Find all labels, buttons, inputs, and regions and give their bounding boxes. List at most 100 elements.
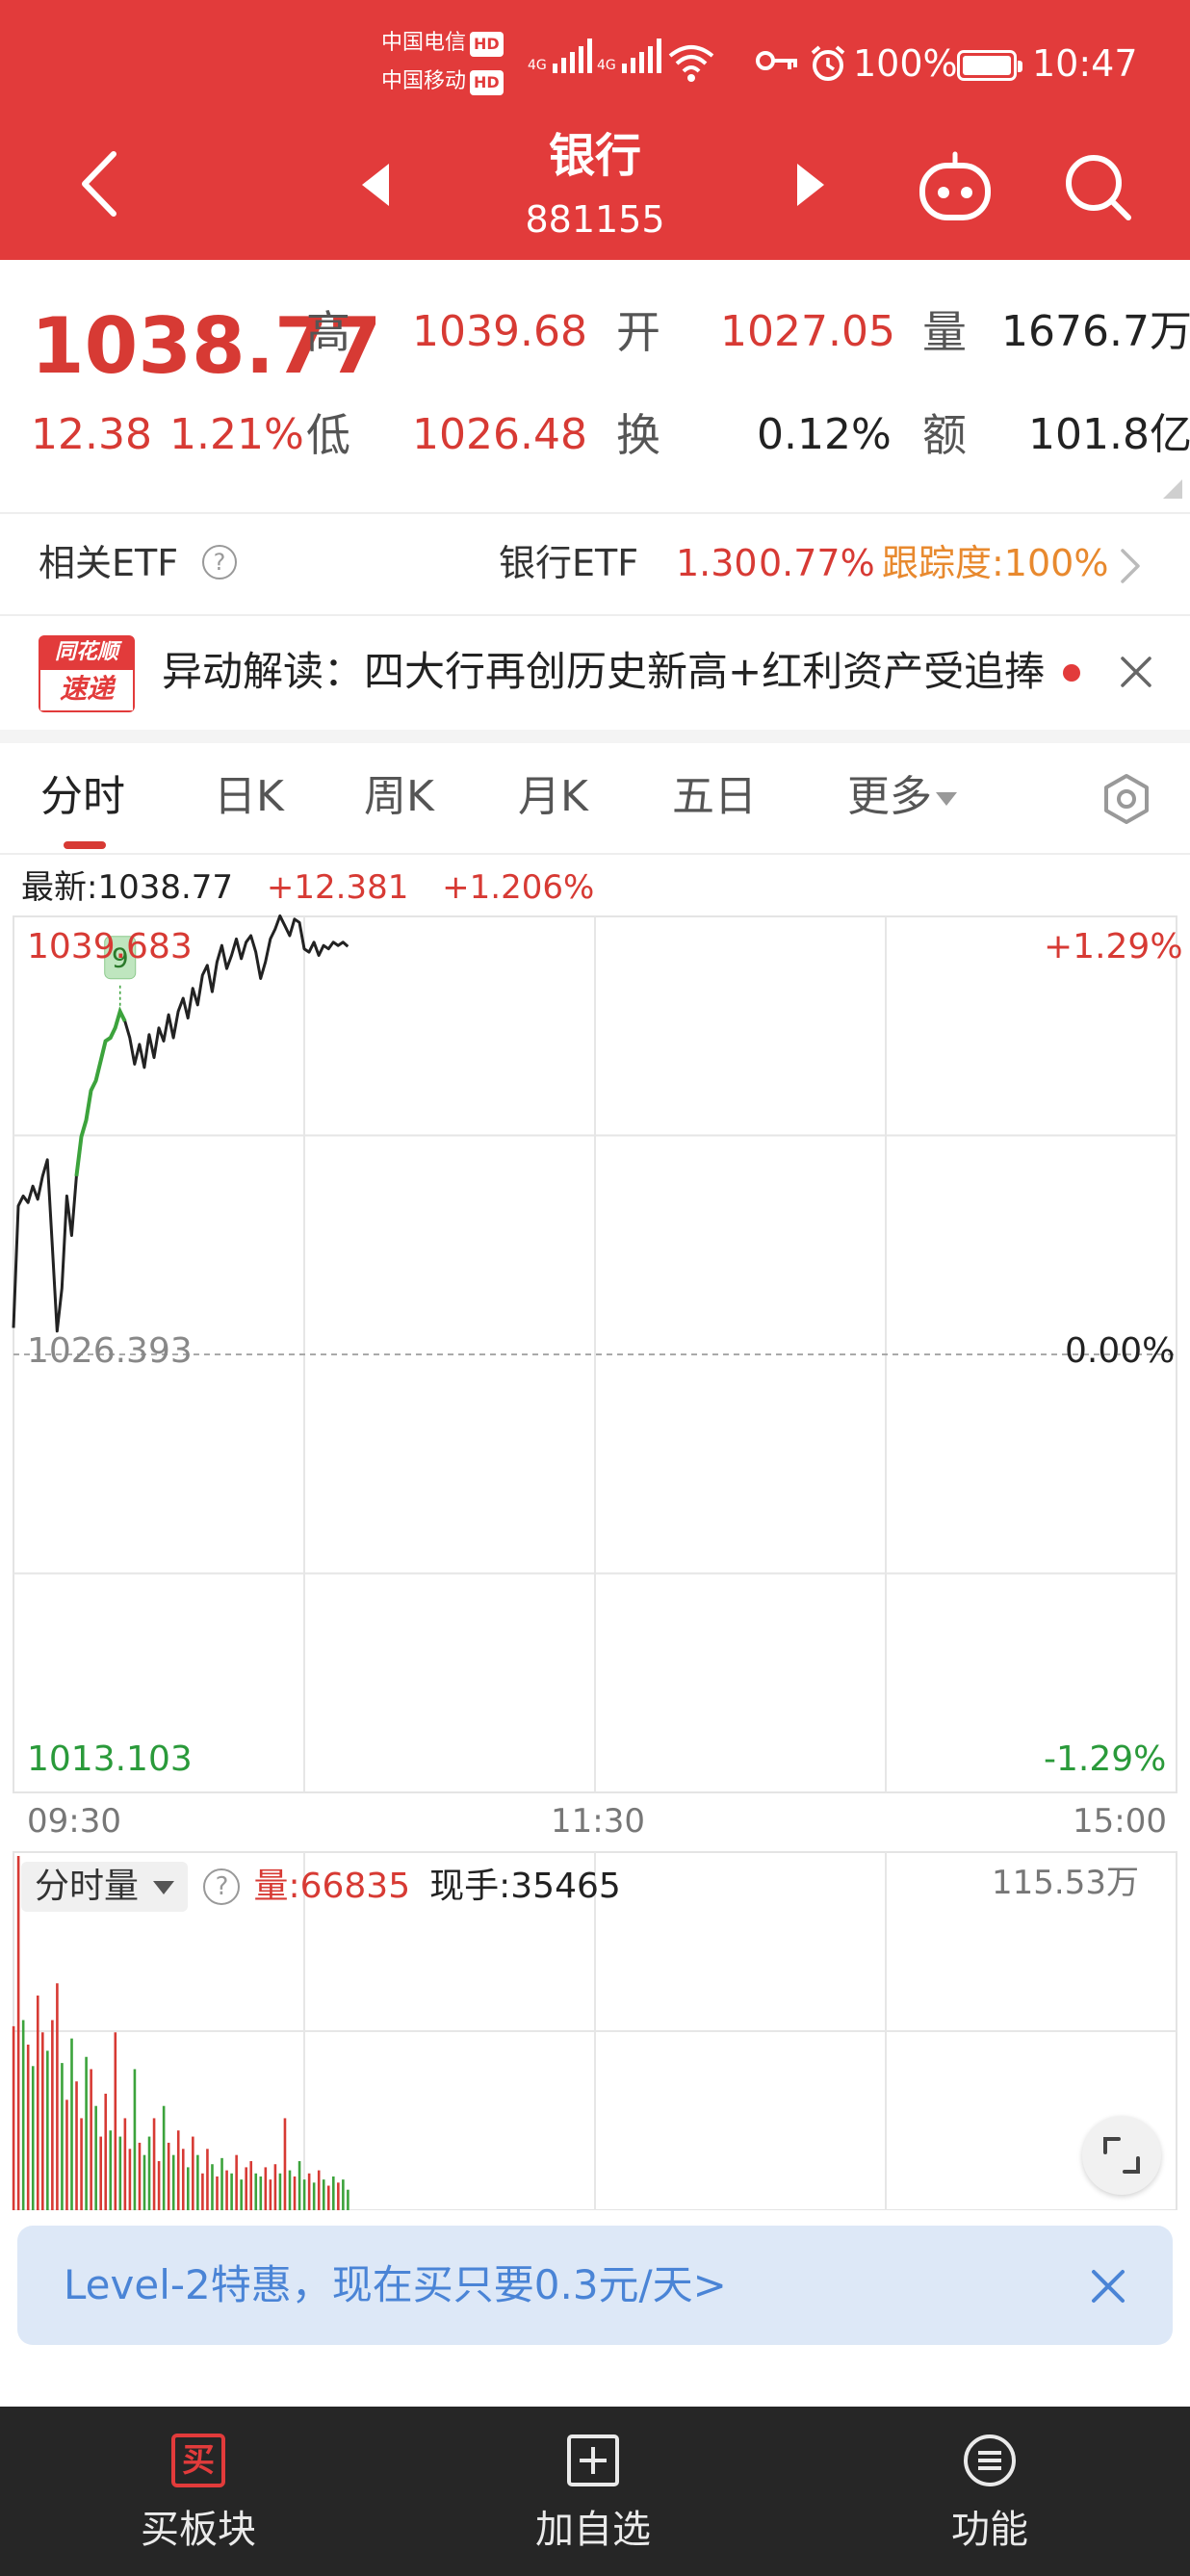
battery-percent: 100%: [853, 42, 958, 85]
functions-label: 功能: [951, 2508, 1028, 2552]
pct-mid-label: 0.00%: [1065, 1331, 1176, 1371]
x-label-end: 15:00: [1073, 1802, 1167, 1841]
section-gap: [0, 730, 1190, 743]
volume-bar: [192, 2136, 194, 2210]
volume-bar: [249, 2161, 253, 2210]
volume-bar: [152, 2118, 156, 2210]
intraday-chart[interactable]: 9: [0, 911, 1190, 2210]
search-icon[interactable]: [1063, 152, 1132, 225]
help-icon[interactable]: ?: [202, 545, 237, 580]
x-label-mid: 11:30: [551, 1802, 645, 1841]
volume-bar: [142, 2154, 146, 2210]
hd-badge: HD: [470, 32, 504, 57]
volume-bar: [123, 2118, 127, 2210]
tab-monthly-k[interactable]: 月K: [518, 768, 588, 826]
buy-sector-button[interactable]: 买 买板块: [54, 2407, 343, 2576]
volume-bar: [41, 2032, 44, 2210]
tab-five-day[interactable]: 五日: [672, 768, 757, 826]
open-label: 开: [616, 306, 660, 358]
volume-bar: [216, 2176, 219, 2210]
hd-badge: HD: [470, 70, 504, 95]
volume-bar: [61, 2063, 64, 2210]
volume-type-dropdown[interactable]: 分时量: [21, 1862, 189, 1912]
volume-bar: [347, 2189, 349, 2210]
etf-name[interactable]: 银行ETF: [499, 539, 638, 587]
volume-bar: [288, 2170, 292, 2210]
functions-button[interactable]: 功能: [845, 2407, 1134, 2576]
volume-bar: [51, 2020, 54, 2210]
volume-bar: [283, 2118, 287, 2210]
close-icon[interactable]: [1119, 655, 1153, 693]
tab-intraday[interactable]: 分时: [40, 768, 125, 826]
expand-corner-icon[interactable]: [1163, 479, 1182, 499]
volume-current: 量:66835: [253, 1867, 411, 1906]
fullscreen-button[interactable]: [1082, 2116, 1161, 2195]
add-watchlist-label: 加自选: [535, 2508, 651, 2552]
price-change-percent: 1.21%: [169, 410, 304, 459]
level2-promo-banner[interactable]: Level-2特惠，现在买只要0.3元/天>: [17, 2226, 1173, 2345]
chevron-right-icon[interactable]: [1119, 547, 1142, 589]
status-bar: 中国电信 HD 中国移动 HD 4G 4G 100% 10:47: [0, 0, 1190, 135]
volume-bar: [312, 2182, 316, 2210]
volume-bar: [70, 2038, 73, 2210]
news-logo-top: 同花顺: [39, 635, 135, 670]
x-label-start: 09:30: [27, 1802, 121, 1841]
page-title: 银行: [548, 129, 641, 183]
volume-max-label: 115.53万: [992, 1864, 1139, 1902]
add-watchlist-button[interactable]: 加自选: [449, 2407, 737, 2576]
pct-max-label: +1.29%: [1044, 927, 1183, 966]
volume-hand: 现手:35465: [429, 1867, 621, 1906]
volume-bar: [342, 2179, 345, 2210]
settings-hexagon-icon[interactable]: [1099, 772, 1153, 830]
volume-bar: [230, 2173, 233, 2210]
alarm-icon: [809, 44, 847, 87]
volume-bar: [147, 2136, 151, 2210]
prev-stock-button[interactable]: [362, 164, 391, 206]
related-etf-label: 相关ETF: [39, 542, 179, 584]
volume-bar: [298, 2161, 301, 2210]
tab-more-label: 更多: [847, 772, 932, 821]
latest-change-percent: +1.206%: [442, 868, 595, 907]
volume-bar: [264, 2167, 268, 2210]
unread-dot: [1063, 664, 1080, 682]
volume-bar: [162, 2105, 166, 2210]
carrier-1: 中国电信 HD: [381, 31, 504, 57]
volume-bar: [254, 2173, 258, 2210]
next-stock-button[interactable]: [795, 164, 824, 206]
tab-weekly-k[interactable]: 周K: [364, 768, 434, 826]
high-label: 高: [306, 306, 350, 358]
volume-bar: [201, 2173, 204, 2210]
help-icon[interactable]: ?: [203, 1868, 241, 1905]
robot-assistant-icon[interactable]: [917, 150, 994, 227]
buy-icon: 买: [171, 2434, 225, 2487]
volume-bar: [26, 2044, 30, 2210]
close-icon[interactable]: [1090, 2268, 1126, 2308]
volume-bar: [181, 2149, 185, 2210]
fullscreen-icon: [1103, 2137, 1140, 2174]
back-button[interactable]: [77, 150, 119, 218]
volume-bar: [317, 2170, 321, 2210]
volume-bar: [302, 2179, 306, 2210]
volume-bar: [36, 1996, 39, 2210]
volume-bar: [337, 2182, 340, 2210]
y-max-label: 1039.683: [27, 927, 193, 966]
open-value: 1027.05: [720, 307, 895, 356]
volume-bar: [187, 2167, 190, 2210]
volume-bar: [171, 2154, 175, 2210]
volume-bar: [16, 1856, 20, 2210]
promo-text[interactable]: Level-2特惠，现在买只要0.3元/天>: [64, 2256, 727, 2314]
news-headline[interactable]: 异动解读：四大行再创历史新高+红利资产受追捧: [162, 645, 1057, 699]
volume-bar: [90, 2069, 92, 2210]
tab-daily-k[interactable]: 日K: [214, 768, 284, 826]
volume-bar: [109, 2130, 113, 2210]
price-line-highlight: [74, 1006, 127, 1177]
etf-change-percent: 0.77%: [759, 542, 875, 584]
volume-bar: [278, 2173, 282, 2210]
tab-more[interactable]: 更多: [847, 768, 957, 826]
volume-bar: [259, 2176, 263, 2210]
plus-square-icon: [566, 2434, 620, 2487]
divider: [0, 614, 1190, 616]
etf-tracking: 跟踪度:100%: [882, 542, 1109, 584]
pct-min-label: -1.29%: [1044, 1739, 1167, 1779]
volume-bar: [307, 2173, 311, 2210]
